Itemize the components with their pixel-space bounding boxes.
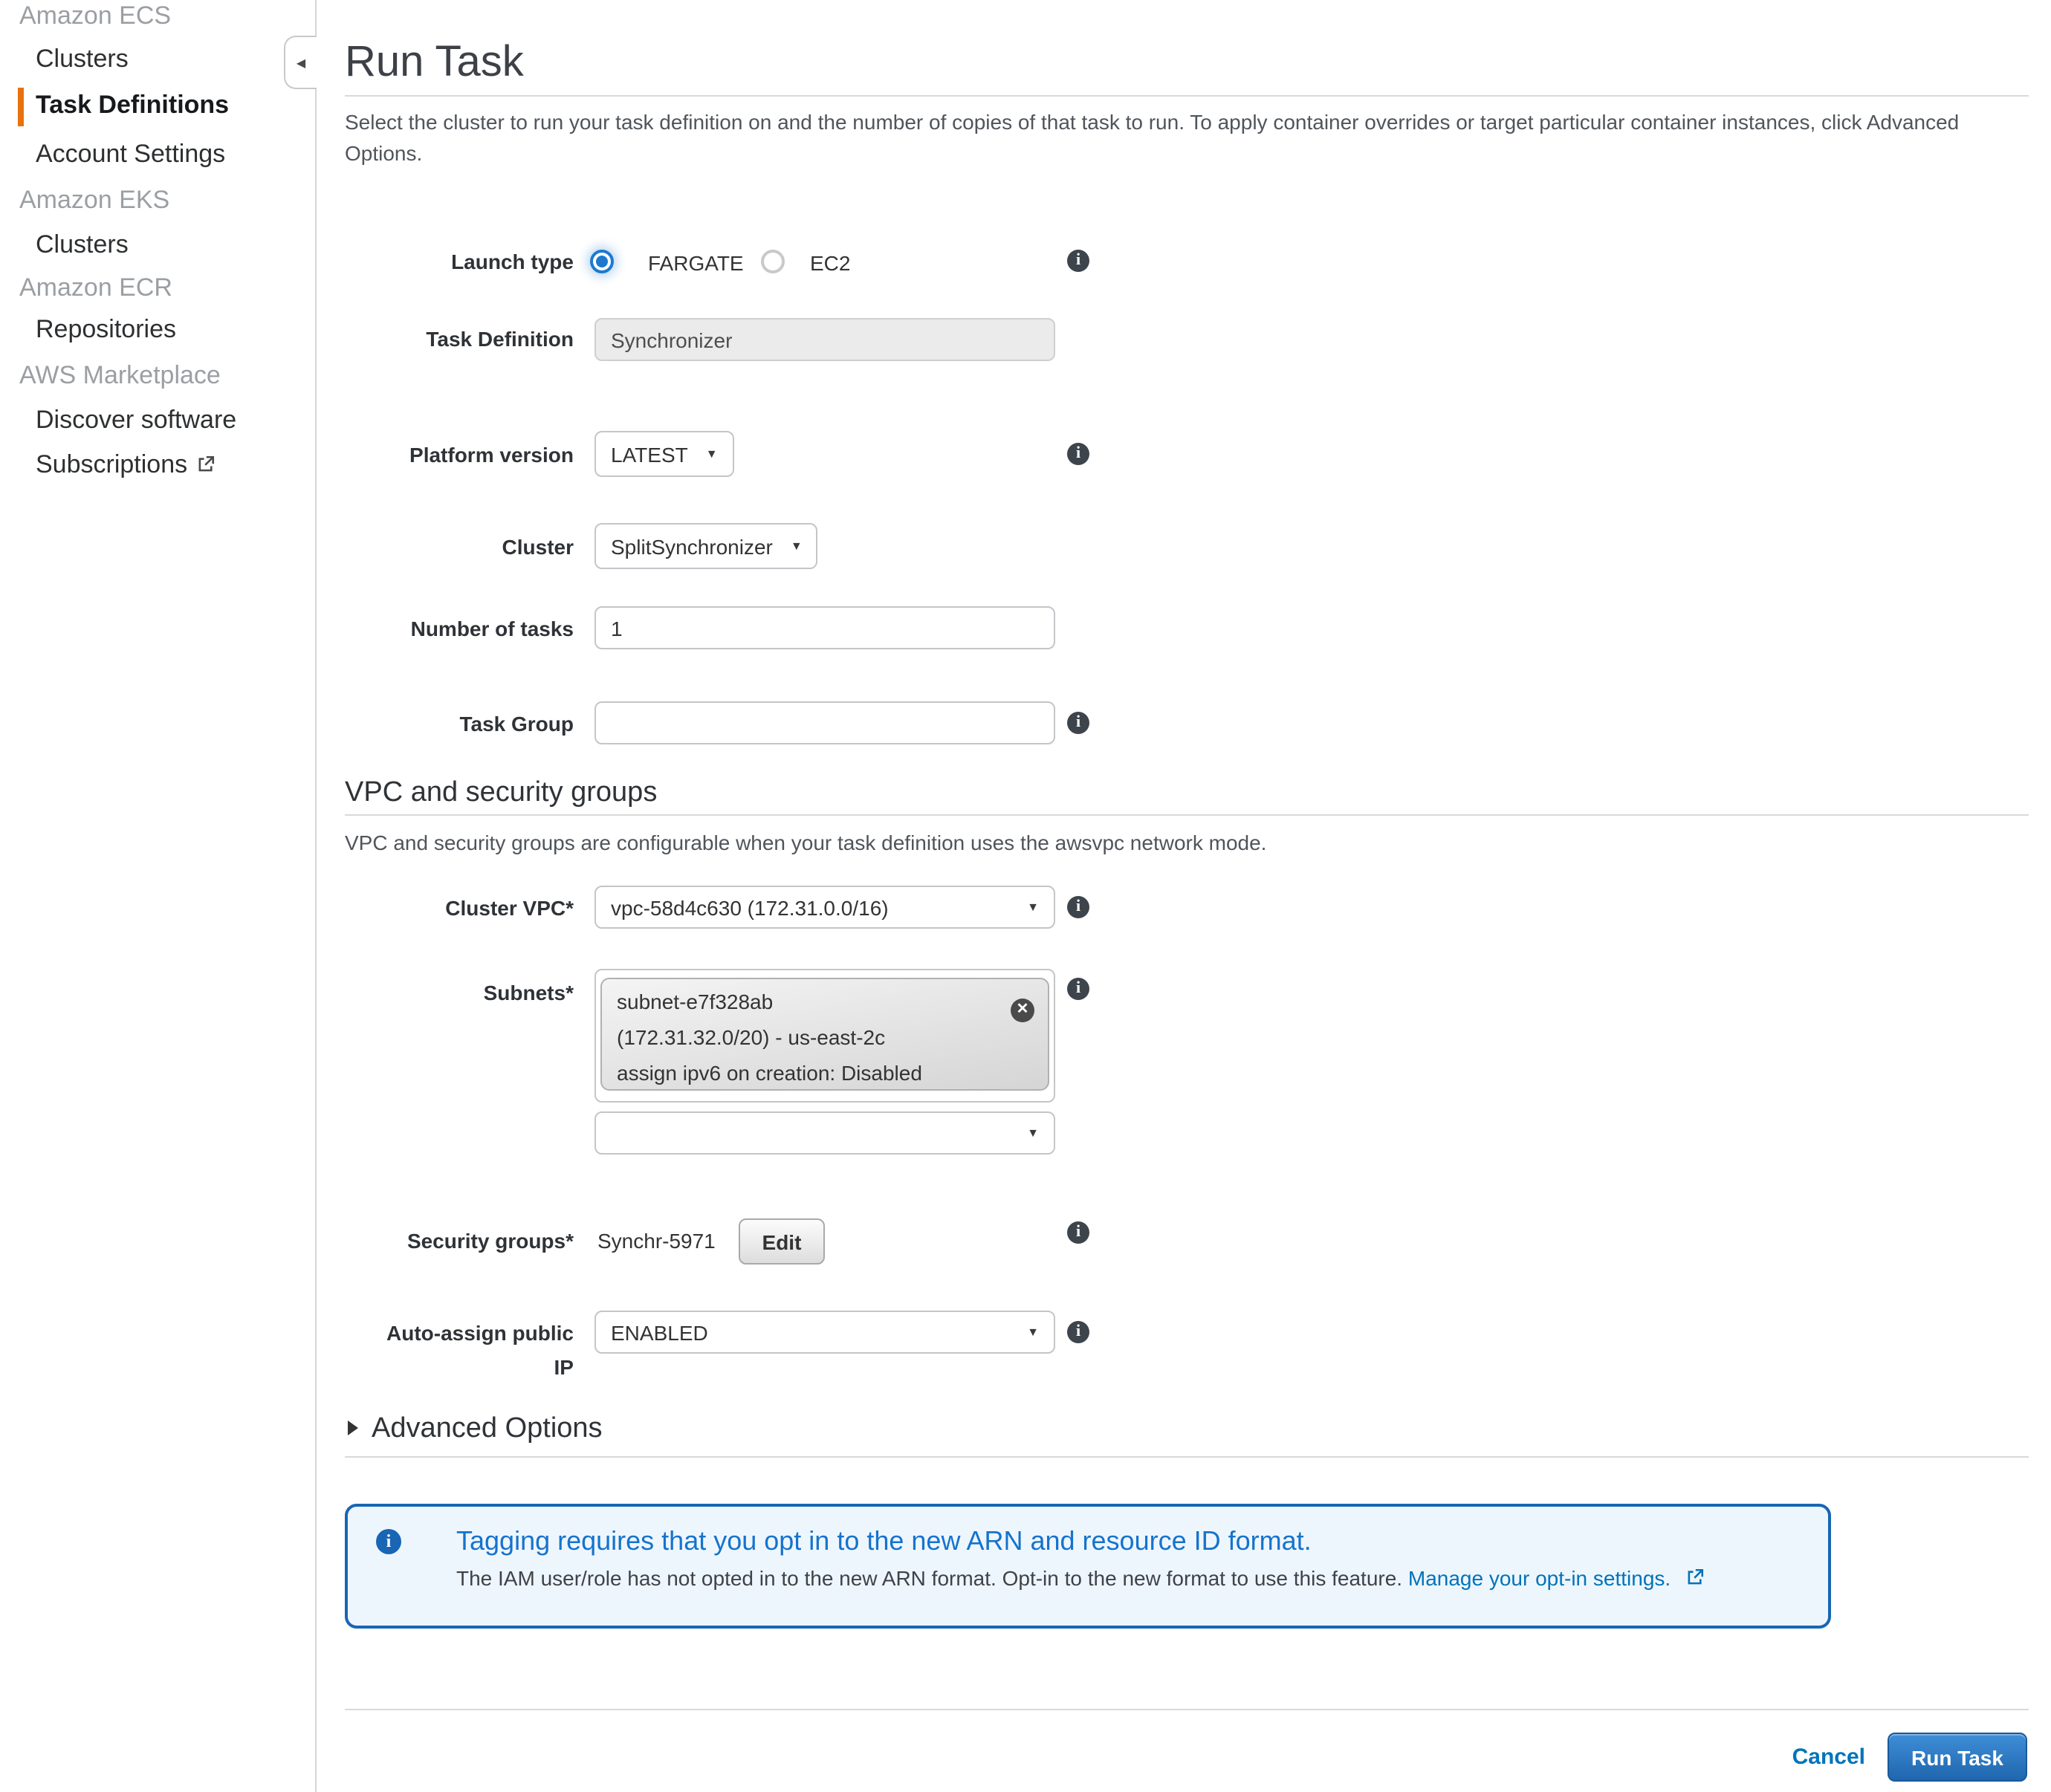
- external-link-icon: [196, 452, 216, 471]
- advanced-options-toggle[interactable]: Advanced Options: [372, 1413, 603, 1446]
- alert-body: The IAM user/role has not opted in to th…: [456, 1566, 1705, 1590]
- subnet-chip-line: assign ipv6 on creation: Disabled: [617, 1055, 1033, 1091]
- external-link-icon: [1685, 1568, 1705, 1587]
- vpc-section-divider: [345, 814, 2029, 816]
- sidebar-item-repositories[interactable]: Repositories: [36, 315, 176, 345]
- auto-assign-ip-select[interactable]: ENABLED ▼: [594, 1311, 1055, 1354]
- radio-fargate-label: FARGATE: [648, 251, 744, 275]
- sidebar-header-amazon-ecr: Amazon ECR: [19, 273, 172, 303]
- page-title: Run Task: [345, 39, 524, 88]
- page-description: Select the cluster to run your task defi…: [345, 107, 2024, 169]
- task-definition-value: Synchronizer: [611, 328, 732, 351]
- auto-assign-ip-label: Auto-assign public IP: [345, 1321, 574, 1379]
- footer-divider: [345, 1709, 2029, 1710]
- security-groups-label: Security groups*: [345, 1229, 574, 1253]
- manage-optin-link[interactable]: Manage your opt-in settings.: [1408, 1566, 1671, 1590]
- info-icon-subnets[interactable]: i: [1067, 978, 1089, 1000]
- subnet-chip-line: subnet-e7f328ab: [617, 984, 1033, 1019]
- run-task-button[interactable]: Run Task: [1888, 1733, 2027, 1782]
- sidebar-item-subscriptions[interactable]: Subscriptions: [36, 450, 216, 480]
- auto-assign-ip-label-line2: IP: [345, 1355, 574, 1379]
- info-icon-launch-type[interactable]: i: [1067, 250, 1089, 272]
- caret-down-icon: ▼: [1027, 1325, 1039, 1339]
- advanced-options-divider: [345, 1456, 2029, 1458]
- subnet-chip-line: (172.31.32.0/20) - us-east-2c: [617, 1019, 1033, 1055]
- vpc-section-title: VPC and security groups: [345, 777, 657, 810]
- cluster-vpc-label: Cluster VPC*: [345, 896, 574, 920]
- platform-version-value: LATEST: [611, 442, 688, 466]
- auto-assign-ip-label-line1: Auto-assign public: [345, 1321, 574, 1345]
- sidebar-item-account-settings[interactable]: Account Settings: [36, 140, 225, 169]
- task-group-input[interactable]: [611, 711, 1039, 735]
- radio-fargate[interactable]: [590, 250, 614, 273]
- task-group-field: [594, 701, 1055, 744]
- info-icon-security-groups[interactable]: i: [1067, 1221, 1089, 1244]
- collapse-left-icon: ◀: [297, 56, 305, 69]
- sidebar-item-clusters-ecs[interactable]: Clusters: [36, 45, 129, 74]
- alert-title: Tagging requires that you opt in to the …: [456, 1526, 1312, 1557]
- cluster-vpc-select[interactable]: vpc-58d4c630 (172.31.0.0/16) ▼: [594, 886, 1055, 929]
- cluster-select[interactable]: SplitSynchronizer ▼: [594, 523, 817, 569]
- task-definition-field: Synchronizer: [594, 318, 1055, 361]
- alert-body-text: The IAM user/role has not opted in to th…: [456, 1566, 1402, 1590]
- sidebar-item-discover-software[interactable]: Discover software: [36, 406, 236, 435]
- subnet-chip: subnet-e7f328ab (172.31.32.0/20) - us-ea…: [600, 978, 1049, 1091]
- info-icon-platform-version[interactable]: i: [1067, 443, 1089, 465]
- info-icon-auto-assign[interactable]: i: [1067, 1321, 1089, 1343]
- sidebar-border: [315, 0, 317, 1792]
- info-icon-task-group[interactable]: i: [1067, 712, 1089, 734]
- cluster-vpc-value: vpc-58d4c630 (172.31.0.0/16): [611, 895, 889, 919]
- task-definition-label: Task Definition: [345, 327, 574, 351]
- vpc-section-description: VPC and security groups are configurable…: [345, 828, 2024, 859]
- caret-down-icon: ▼: [791, 539, 803, 553]
- caret-down-icon: ▼: [1027, 1126, 1039, 1140]
- sidebar-collapse-button[interactable]: ◀: [284, 36, 317, 89]
- task-group-label: Task Group: [345, 712, 574, 736]
- radio-ec2[interactable]: [761, 250, 785, 273]
- info-icon-cluster-vpc[interactable]: i: [1067, 896, 1089, 918]
- security-groups-value: Synchr-5971: [597, 1229, 716, 1253]
- platform-version-select[interactable]: LATEST ▼: [594, 431, 734, 477]
- number-of-tasks-field: [594, 606, 1055, 649]
- subnets-label: Subnets*: [345, 981, 574, 1004]
- caret-down-icon: ▼: [1027, 900, 1039, 914]
- sidebar-header-amazon-eks: Amazon EKS: [19, 186, 169, 215]
- cancel-button[interactable]: Cancel: [1709, 1744, 1865, 1770]
- number-of-tasks-label: Number of tasks: [345, 617, 574, 640]
- sidebar-header-aws-marketplace: AWS Marketplace: [19, 361, 221, 391]
- caret-down-icon: ▼: [706, 447, 718, 461]
- sidebar-item-label: Subscriptions: [36, 450, 187, 478]
- title-divider: [345, 95, 2029, 97]
- platform-version-label: Platform version: [345, 443, 574, 467]
- subnet-add-select[interactable]: ▼: [594, 1111, 1055, 1155]
- radio-ec2-label: EC2: [810, 251, 850, 275]
- cluster-value: SplitSynchronizer: [611, 534, 773, 558]
- info-icon-alert: i: [376, 1529, 401, 1554]
- edit-security-groups-button[interactable]: Edit: [739, 1218, 825, 1265]
- active-indicator: [18, 88, 24, 126]
- sidebar-header-amazon-ecs: Amazon ECS: [19, 1, 171, 31]
- sidebar-item-clusters-eks[interactable]: Clusters: [36, 230, 129, 260]
- number-of-tasks-input[interactable]: [611, 616, 1039, 640]
- cluster-label: Cluster: [345, 535, 574, 559]
- remove-subnet-button[interactable]: ✕: [1011, 999, 1034, 1022]
- run-task-page: Amazon ECS Clusters Task Definitions Acc…: [0, 0, 2051, 1792]
- launch-type-label: Launch type: [345, 250, 574, 273]
- sidebar-item-task-definitions[interactable]: Task Definitions: [36, 91, 229, 120]
- caret-right-icon: [348, 1421, 358, 1435]
- auto-assign-ip-value: ENABLED: [611, 1320, 708, 1344]
